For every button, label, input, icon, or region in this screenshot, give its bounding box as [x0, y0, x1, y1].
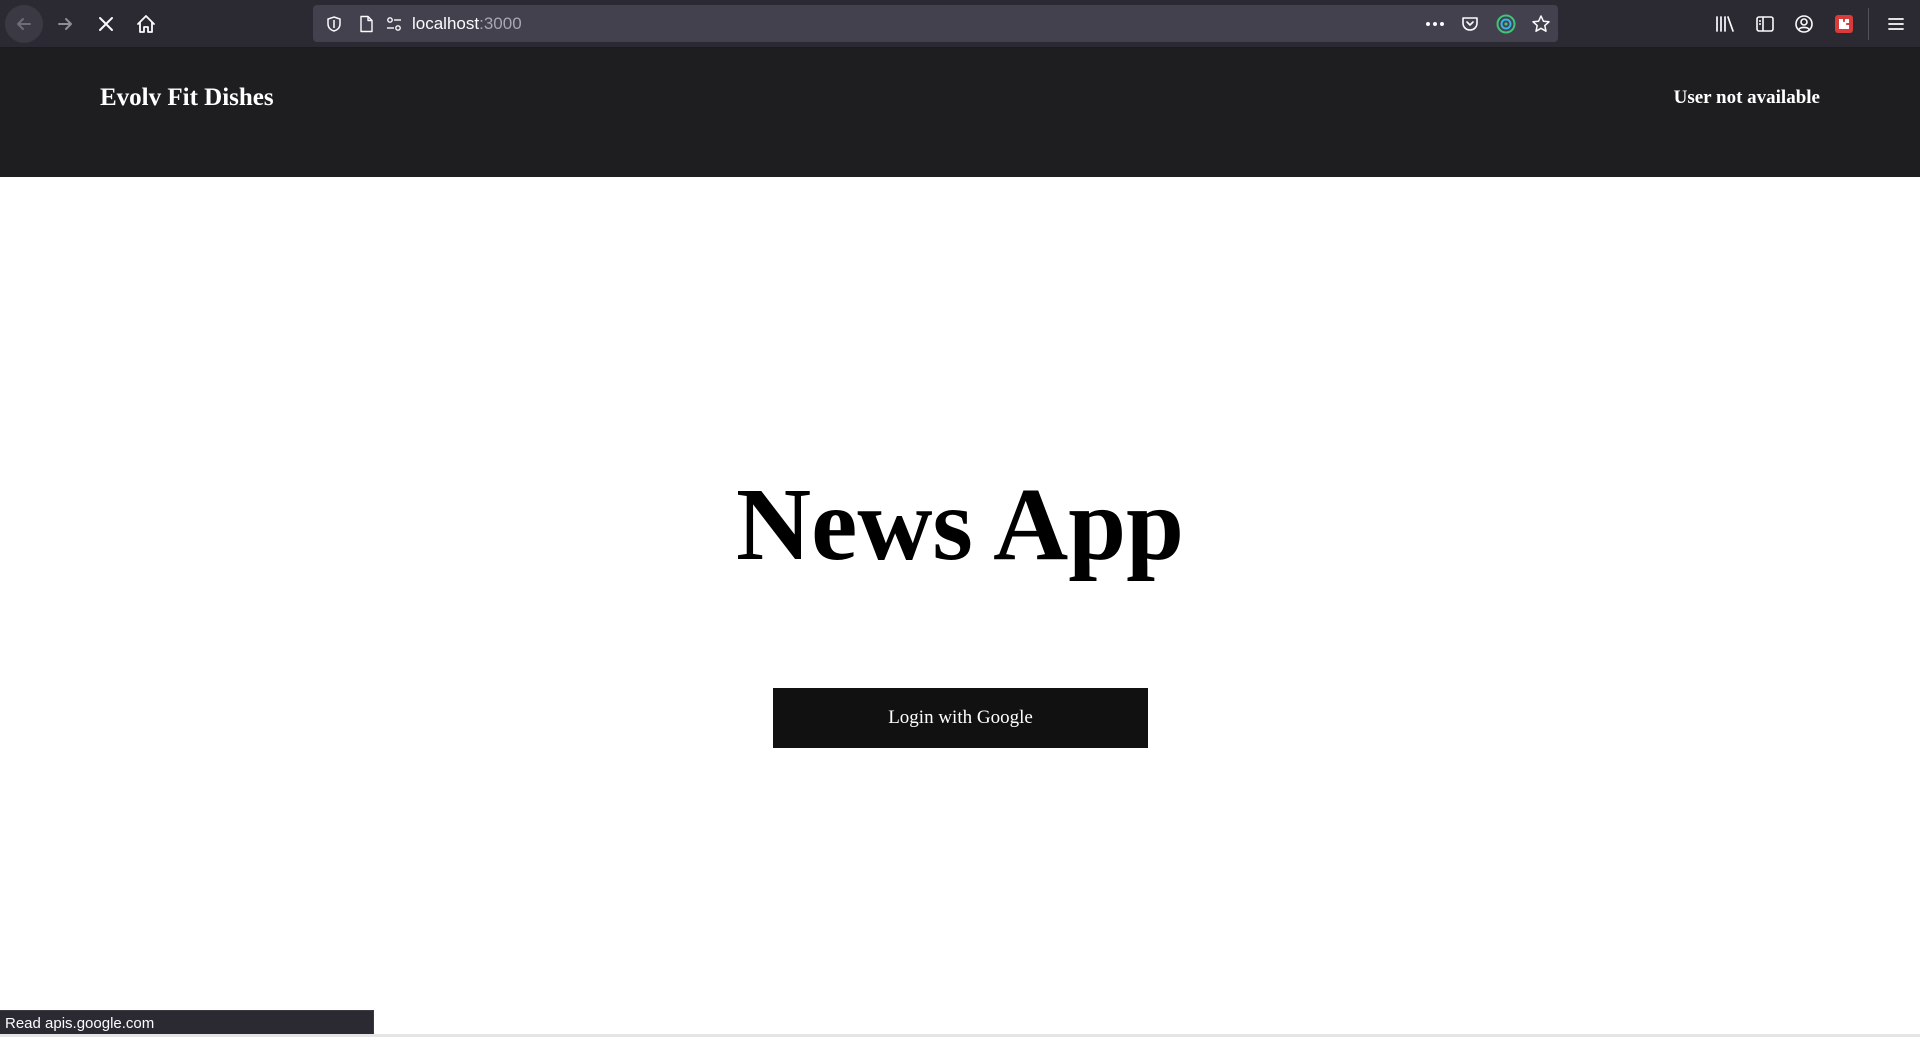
stop-loading-button[interactable]: [87, 5, 125, 43]
brand-title[interactable]: Evolv Fit Dishes: [100, 84, 274, 112]
back-button[interactable]: [5, 5, 43, 43]
page-title: News App: [736, 467, 1184, 582]
forward-arrow-icon: [58, 18, 72, 30]
account-icon[interactable]: [1787, 7, 1821, 41]
url-text[interactable]: localhost:3000: [412, 5, 522, 42]
tracking-shield-icon[interactable]: [321, 5, 347, 42]
pocket-icon[interactable]: [1455, 5, 1485, 42]
url-bar[interactable]: localhost:3000: [313, 5, 1558, 42]
page-icon: [353, 5, 379, 42]
url-port: :3000: [479, 14, 522, 33]
extension-puzzle-icon[interactable]: [1827, 7, 1861, 41]
site-header: Evolv Fit Dishes User not available: [0, 48, 1920, 177]
library-icon[interactable]: [1708, 7, 1742, 41]
browser-toolbar: localhost:3000: [0, 0, 1920, 48]
menu-icon[interactable]: [1879, 7, 1913, 41]
permissions-icon[interactable]: [381, 5, 407, 42]
extension-icon[interactable]: [1491, 5, 1521, 42]
back-arrow-icon: [17, 18, 31, 30]
browser-status-bar: Read apis.google.com: [0, 1010, 374, 1037]
stop-loading-icon: [99, 17, 113, 31]
user-status: User not available: [1673, 87, 1820, 108]
forward-button[interactable]: [46, 5, 84, 43]
home-button[interactable]: [127, 5, 165, 43]
toolbar-separator: [1868, 8, 1869, 40]
url-host: localhost: [412, 14, 480, 33]
more-actions-icon[interactable]: [1420, 5, 1450, 42]
sidebar-icon[interactable]: [1748, 7, 1782, 41]
login-with-google-button[interactable]: Login with Google: [773, 688, 1148, 748]
home-icon: [137, 15, 155, 33]
bookmark-star-icon[interactable]: [1526, 5, 1556, 42]
